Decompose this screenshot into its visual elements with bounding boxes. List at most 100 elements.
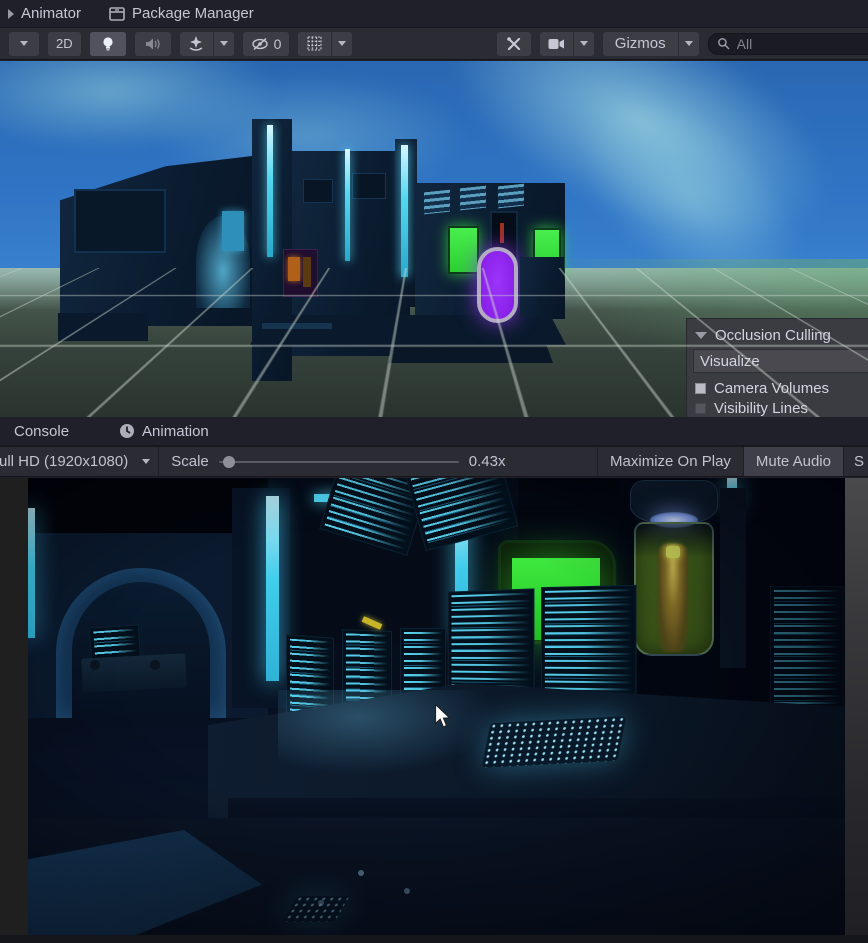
camera-settings-button[interactable]	[540, 32, 574, 56]
desk-highlight	[278, 690, 508, 780]
toggle-visibility-lines[interactable]: Visibility Lines	[695, 400, 868, 417]
aspect-dropdown[interactable]: ull HD (1920x1080)	[0, 447, 158, 476]
grid-icon	[307, 36, 322, 51]
checkbox-icon	[695, 383, 706, 394]
clock-icon	[119, 423, 135, 439]
purple-portal-capsule	[477, 247, 518, 323]
terminal-desk	[81, 653, 187, 692]
stats-button[interactable]: S	[843, 447, 868, 476]
tab-animation-label: Animation	[142, 423, 209, 440]
game-view[interactable]	[0, 478, 868, 935]
tab-expand-arrow-icon	[8, 9, 14, 19]
lightbulb-icon	[101, 36, 115, 52]
chevron-down-icon	[220, 41, 228, 46]
eye-slash-icon	[251, 37, 269, 51]
audio-toggle-button[interactable]	[135, 32, 171, 56]
tab-package-manager-label: Package Manager	[132, 5, 254, 22]
package-icon	[109, 7, 125, 21]
chevron-down-icon	[338, 41, 346, 46]
gizmos-button[interactable]: Gizmos	[603, 32, 679, 56]
vent-lights	[460, 186, 486, 211]
mute-audio-button[interactable]: Mute Audio	[743, 447, 843, 476]
search-input[interactable]	[735, 35, 861, 53]
chevron-down-icon	[142, 459, 150, 464]
building-small-block	[520, 257, 564, 317]
neon-strip	[345, 149, 350, 261]
door-red-light	[500, 223, 504, 243]
monitor-dim	[770, 586, 844, 710]
effects-toggle-button[interactable]	[180, 32, 214, 56]
grid-visibility-button[interactable]	[298, 32, 332, 56]
tab-animator[interactable]: Animator	[0, 0, 95, 27]
walkway	[58, 313, 148, 341]
game-tabbar: Console Animation	[0, 417, 868, 446]
tools-settings-button[interactable]	[497, 32, 531, 56]
lighting-toggle-button[interactable]	[90, 32, 126, 56]
hidden-count-label: 0	[274, 36, 282, 52]
chevron-down-icon	[20, 41, 28, 46]
game-render	[28, 478, 845, 935]
terminal-code-lines	[93, 629, 137, 658]
speaker-icon	[145, 37, 161, 51]
draw-mode-dropdown[interactable]	[9, 32, 39, 56]
2d-toggle-button[interactable]: 2D	[48, 32, 81, 56]
maximize-on-play-button[interactable]: Maximize On Play	[597, 447, 743, 476]
neon-strip-main	[266, 496, 279, 681]
unity-editor-window: Animator Package Manager 2D 0	[0, 0, 868, 943]
chevron-down-icon	[685, 41, 693, 46]
scene-toolbar: 2D 0 Gi	[0, 28, 868, 60]
code-lines	[774, 590, 840, 706]
building-window	[303, 179, 333, 203]
tab-console-label: Console	[14, 423, 69, 440]
game-view-right-gutter	[845, 478, 868, 935]
game-toolbar: ull HD (1920x1080) Scale 0.43x Maximize …	[0, 446, 868, 477]
grid-dropdown[interactable]	[332, 32, 352, 56]
gizmos-dropdown[interactable]	[679, 32, 699, 56]
tab-package-manager[interactable]: Package Manager	[95, 0, 268, 27]
scene-visibility-button[interactable]: 0	[243, 32, 290, 56]
scale-value: 0.43x	[469, 453, 506, 470]
tab-animator-label: Animator	[21, 5, 81, 22]
terminal-knobs	[90, 660, 100, 670]
resolution-label: ull HD (1920x1080)	[0, 453, 128, 470]
search-icon	[717, 37, 730, 50]
visualize-label: Visualize	[700, 353, 760, 370]
occlusion-panel-header[interactable]: Occlusion Culling	[695, 327, 868, 344]
scene-tabbar: Animator Package Manager	[0, 0, 868, 28]
camera-dropdown[interactable]	[574, 32, 594, 56]
stats-label: S	[854, 453, 864, 470]
bottom-status-strip	[0, 935, 868, 943]
building-panel	[74, 189, 166, 253]
tools-icon	[506, 36, 522, 52]
building-window-glow	[222, 211, 244, 251]
visualize-mode-select[interactable]: Visualize	[693, 349, 868, 373]
building-window	[352, 173, 386, 199]
scene-view[interactable]: Occlusion Culling Visualize Camera Volum…	[0, 61, 868, 417]
floor-dots	[358, 870, 364, 876]
neon-strip	[28, 508, 35, 638]
occlusion-panel-title: Occlusion Culling	[715, 327, 831, 344]
center-column	[232, 488, 290, 708]
tab-console[interactable]: Console	[0, 417, 83, 445]
vending-panel	[303, 257, 311, 287]
effects-dropdown[interactable]	[214, 32, 234, 56]
neon-strip	[401, 145, 408, 277]
chevron-down-icon	[580, 41, 588, 46]
toggle-label: Visibility Lines	[714, 400, 808, 417]
capsule-figure	[658, 544, 688, 652]
collapse-triangle-icon	[695, 332, 707, 339]
gizmos-label: Gizmos	[615, 35, 666, 52]
scale-slider[interactable]	[219, 461, 459, 463]
scene-search-field[interactable]	[708, 33, 868, 55]
scale-control: Scale 0.43x	[159, 453, 517, 470]
tab-animation[interactable]: Animation	[105, 417, 223, 445]
neon-strip	[267, 125, 273, 257]
vent-lights	[498, 184, 524, 209]
vending-screen	[288, 257, 300, 281]
scale-slider-knob[interactable]	[223, 456, 235, 468]
mute-audio-label: Mute Audio	[756, 453, 831, 470]
maximize-label: Maximize On Play	[610, 453, 731, 470]
toggle-camera-volumes[interactable]: Camera Volumes	[695, 380, 868, 397]
effects-sparkle-icon	[188, 36, 204, 51]
vent-lights	[424, 190, 450, 215]
